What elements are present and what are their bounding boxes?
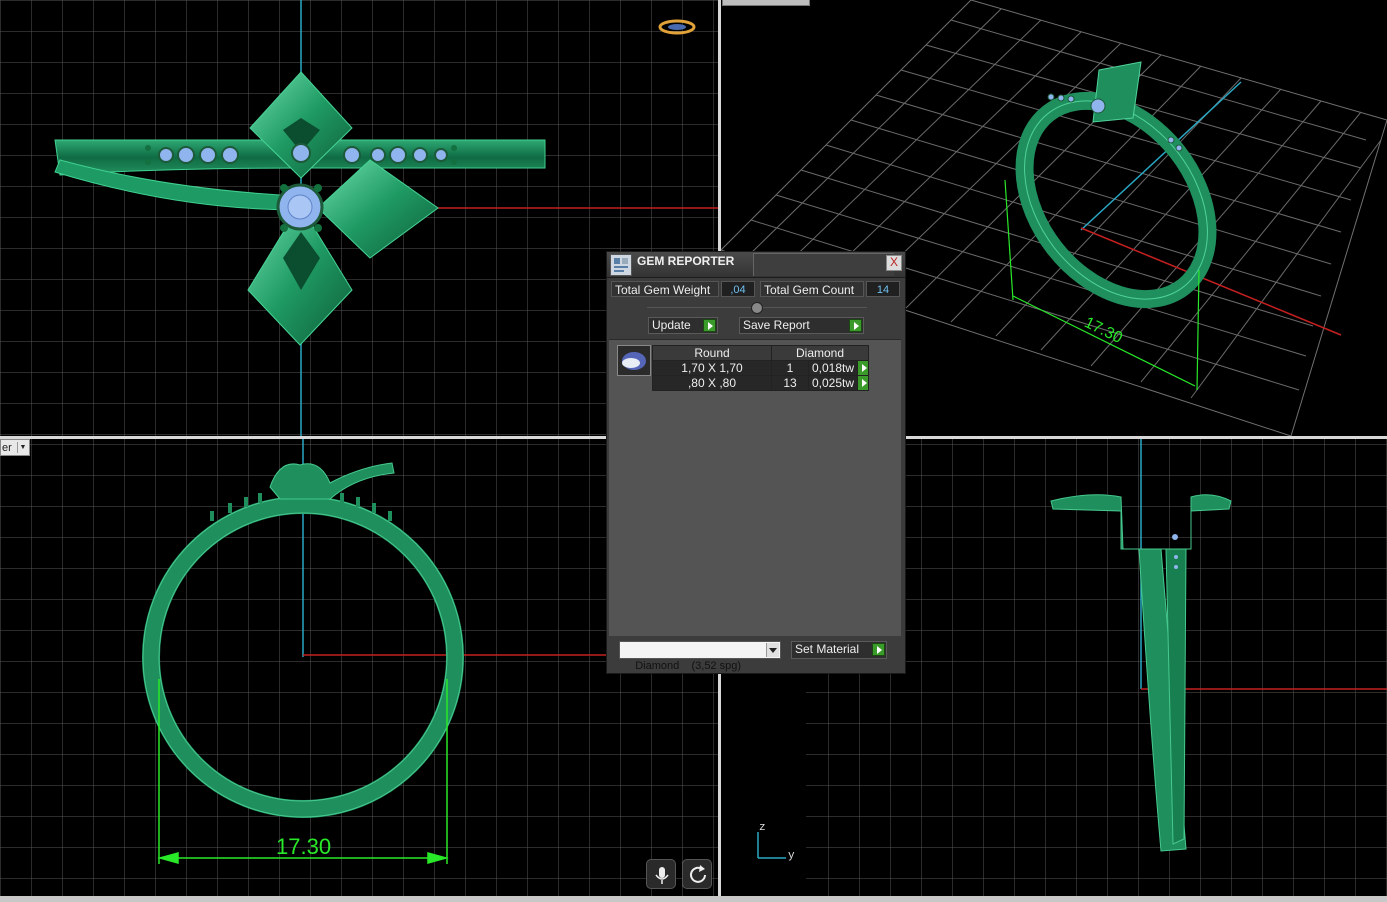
- gem-icon[interactable]: [617, 345, 651, 376]
- play-icon: [703, 319, 716, 332]
- gem-reporter-title: GEM REPORTER: [637, 254, 735, 268]
- front-dimension-label: 17.30: [276, 834, 332, 859]
- view-selector[interactable]: er ▼: [0, 439, 30, 456]
- gem-list[interactable]: Round Diamond 1,70 X 1,70 1 0,018tw ,80 …: [609, 339, 901, 636]
- material-select[interactable]: Diamond (3,52 spg): [619, 641, 781, 672]
- update-button[interactable]: Update: [648, 317, 718, 334]
- gem-size: 1,70 X 1,70: [652, 360, 772, 376]
- refresh-button[interactable]: [682, 859, 712, 889]
- gem-reporter-panel: GEM REPORTER X Total Gem Weight ,04 Tota…: [606, 251, 906, 674]
- column-header-round: Round: [652, 345, 772, 361]
- set-material-button-label: Set Material: [795, 642, 860, 656]
- microphone-icon: [655, 867, 669, 884]
- column-header-diamond: Diamond: [770, 345, 870, 361]
- save-report-button[interactable]: Save Report: [739, 317, 864, 334]
- refresh-icon: [690, 865, 706, 883]
- total-gem-count-label: Total Gem Count: [760, 281, 864, 297]
- viewport-tab[interactable]: [722, 0, 810, 6]
- gem-reporter-logo-icon: [610, 254, 632, 276]
- status-bar: [0, 896, 1387, 902]
- microphone-button[interactable]: [646, 859, 676, 889]
- total-gem-weight-label: Total Gem Weight: [611, 281, 719, 297]
- close-button[interactable]: X: [886, 255, 902, 271]
- row-select-button[interactable]: [857, 375, 870, 391]
- gem-weight: 0,018tw: [807, 360, 859, 376]
- play-icon: [872, 643, 885, 656]
- set-material-button[interactable]: Set Material: [791, 641, 887, 659]
- gem-weight: 0,025tw: [807, 375, 859, 391]
- gem-reporter-title-bar[interactable]: GEM REPORTER X: [607, 252, 905, 278]
- splitter-grip[interactable]: [751, 302, 763, 314]
- gem-size: ,80 X ,80: [652, 375, 772, 391]
- total-gem-count-value: 14: [866, 281, 900, 297]
- table-row[interactable]: ,80 X ,80 13 0,025tw: [652, 375, 870, 391]
- gem-count: 13: [771, 375, 809, 391]
- ring-thumbnail-icon[interactable]: [658, 17, 696, 37]
- axis-y-label: y: [788, 850, 795, 862]
- gem-table: Round Diamond 1,70 X 1,70 1 0,018tw ,80 …: [652, 345, 870, 391]
- material-select-value: Diamond (3,52 spg): [635, 660, 742, 672]
- chevron-down-icon: ▼: [17, 442, 28, 453]
- table-row[interactable]: 1,70 X 1,70 1 0,018tw: [652, 360, 870, 376]
- axis-indicator: z y: [752, 822, 802, 867]
- play-icon: [849, 319, 862, 332]
- save-report-button-label: Save Report: [743, 318, 810, 332]
- gem-count: 1: [771, 360, 809, 376]
- gem-table-header: Round Diamond: [652, 345, 870, 361]
- update-button-label: Update: [652, 318, 691, 332]
- axis-z-label: z: [759, 822, 766, 834]
- row-select-button[interactable]: [857, 360, 870, 376]
- total-gem-weight-value: ,04: [721, 281, 755, 297]
- view-selector-label: er: [2, 442, 12, 454]
- chevron-down-icon[interactable]: [766, 643, 779, 657]
